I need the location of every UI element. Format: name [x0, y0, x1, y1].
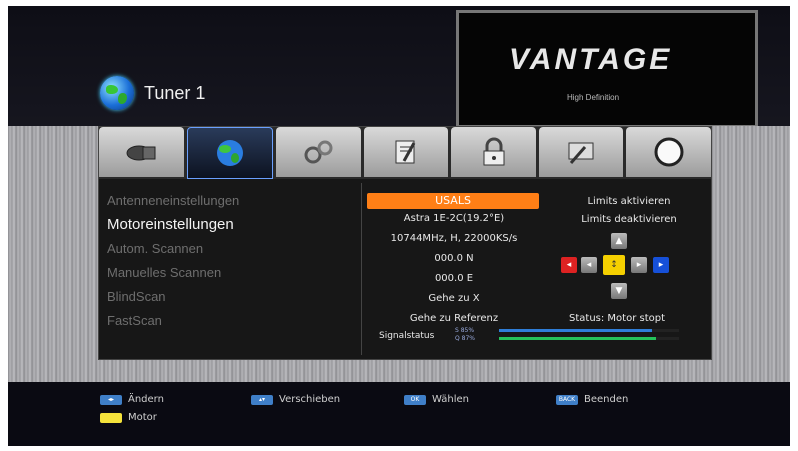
tv-screen: Tuner 1 VANTAGE High Definition Antennen…: [8, 6, 790, 446]
motor-settings-right: Limits aktivieren Limits deaktivieren: [559, 193, 699, 229]
transponder-info[interactable]: 10744MHz, H, 22000KS/s: [369, 229, 539, 249]
settings-panel: Antenneneinstellungen Motoreinstellungen…: [98, 126, 712, 360]
yellow-key-icon: [100, 412, 122, 423]
settings-menu: Antenneneinstellungen Motoreinstellungen…: [107, 189, 357, 333]
globe-icon: [216, 140, 243, 166]
header: Tuner 1: [100, 76, 205, 110]
tab-tools[interactable]: [538, 127, 624, 177]
usals-selector[interactable]: USALS: [367, 193, 539, 209]
footer-help: ◂▸ Ändern ▴▾ Verschieben OK Wählen BACK …: [8, 382, 790, 446]
right-arrow-button[interactable]: ▸: [631, 257, 647, 273]
panel-divider: [361, 183, 362, 355]
footer-move: ▴▾ Verschieben: [251, 394, 340, 405]
menu-item-manual-scan[interactable]: Manuelles Scannen: [107, 261, 357, 285]
brand-logo: VANTAGE: [509, 43, 673, 76]
menu-item-auto-scan[interactable]: Autom. Scannen: [107, 237, 357, 261]
longitude-value[interactable]: 000.0 N: [369, 249, 539, 269]
footer-move-label: Verschieben: [279, 394, 341, 405]
signal-strength-bar: [499, 329, 679, 332]
footer-select: OK Wählen: [404, 394, 469, 405]
tab-globe-active[interactable]: [186, 127, 274, 179]
circle-icon: [654, 137, 684, 167]
satellite-dish-icon: [126, 145, 156, 161]
limits-disable-button[interactable]: Limits deaktivieren: [559, 211, 699, 229]
footer-change: ◂▸ Ändern: [100, 394, 164, 405]
footer-exit: BACK Beenden: [556, 394, 628, 405]
yellow-center-button[interactable]: ↕: [603, 255, 625, 275]
up-down-key-icon: ▴▾: [251, 394, 273, 405]
menu-item-blindscan[interactable]: BlindScan: [107, 285, 357, 309]
up-arrow-button[interactable]: ▲: [611, 233, 627, 249]
goto-reference-button[interactable]: Gehe zu Referenz: [369, 309, 539, 329]
gears-icon: [304, 140, 333, 164]
lock-icon: [483, 137, 505, 166]
tab-satellite-dish[interactable]: [99, 127, 184, 177]
goto-x-button[interactable]: Gehe zu X: [369, 289, 539, 309]
tv-preview: VANTAGE High Definition: [456, 10, 758, 128]
signal-quality-text: Q 87%: [455, 335, 475, 342]
footer-motor: Motor: [100, 412, 157, 423]
limits-enable-button[interactable]: Limits aktivieren: [559, 193, 699, 211]
latitude-value[interactable]: 000.0 E: [369, 269, 539, 289]
menu-item-motor-settings[interactable]: Motoreinstellungen: [107, 213, 357, 237]
signal-quality-bar: [499, 337, 679, 340]
menu-item-fastscan[interactable]: FastScan: [107, 309, 357, 333]
globe-icon: [100, 76, 134, 110]
tab-gears[interactable]: [276, 127, 361, 177]
footer-motor-label: Motor: [128, 412, 157, 423]
menu-item-antenna-settings[interactable]: Antenneneinstellungen: [107, 189, 357, 213]
brand-subtitle: High Definition: [567, 93, 620, 102]
footer-change-label: Ändern: [128, 394, 164, 405]
page-title: Tuner 1: [144, 82, 206, 103]
tab-power-circle[interactable]: [626, 127, 712, 177]
motor-direction-pad: ▲ ◂ ◂ ↕ ▸ ▸ ▼: [561, 233, 681, 299]
tab-lock[interactable]: [451, 127, 536, 177]
signal-strength-text: S 85%: [455, 327, 475, 334]
blue-right-button[interactable]: ▸: [653, 257, 669, 273]
top-bar: Tuner 1 VANTAGE High Definition: [8, 6, 790, 128]
down-arrow-button[interactable]: ▼: [611, 283, 627, 299]
satellite-name[interactable]: Astra 1E-2C(19.2°E): [369, 209, 539, 229]
ok-key-icon: OK: [404, 394, 426, 405]
notes-icon: [395, 140, 416, 164]
left-right-key-icon: ◂▸: [100, 394, 122, 405]
left-arrow-button[interactable]: ◂: [581, 257, 597, 273]
tab-bar: [99, 127, 712, 179]
motor-settings-center: USALS Astra 1E-2C(19.2°E) 10744MHz, H, 2…: [367, 193, 539, 329]
back-key-icon: BACK: [556, 394, 578, 405]
signal-status-label: Signalstatus: [379, 331, 435, 341]
motor-status: Status: Motor stopt: [569, 313, 666, 324]
tab-notes[interactable]: [363, 127, 449, 177]
tools-icon: [568, 142, 594, 164]
footer-select-label: Wählen: [432, 394, 469, 405]
red-left-button[interactable]: ◂: [561, 257, 577, 273]
footer-exit-label: Beenden: [584, 394, 629, 405]
